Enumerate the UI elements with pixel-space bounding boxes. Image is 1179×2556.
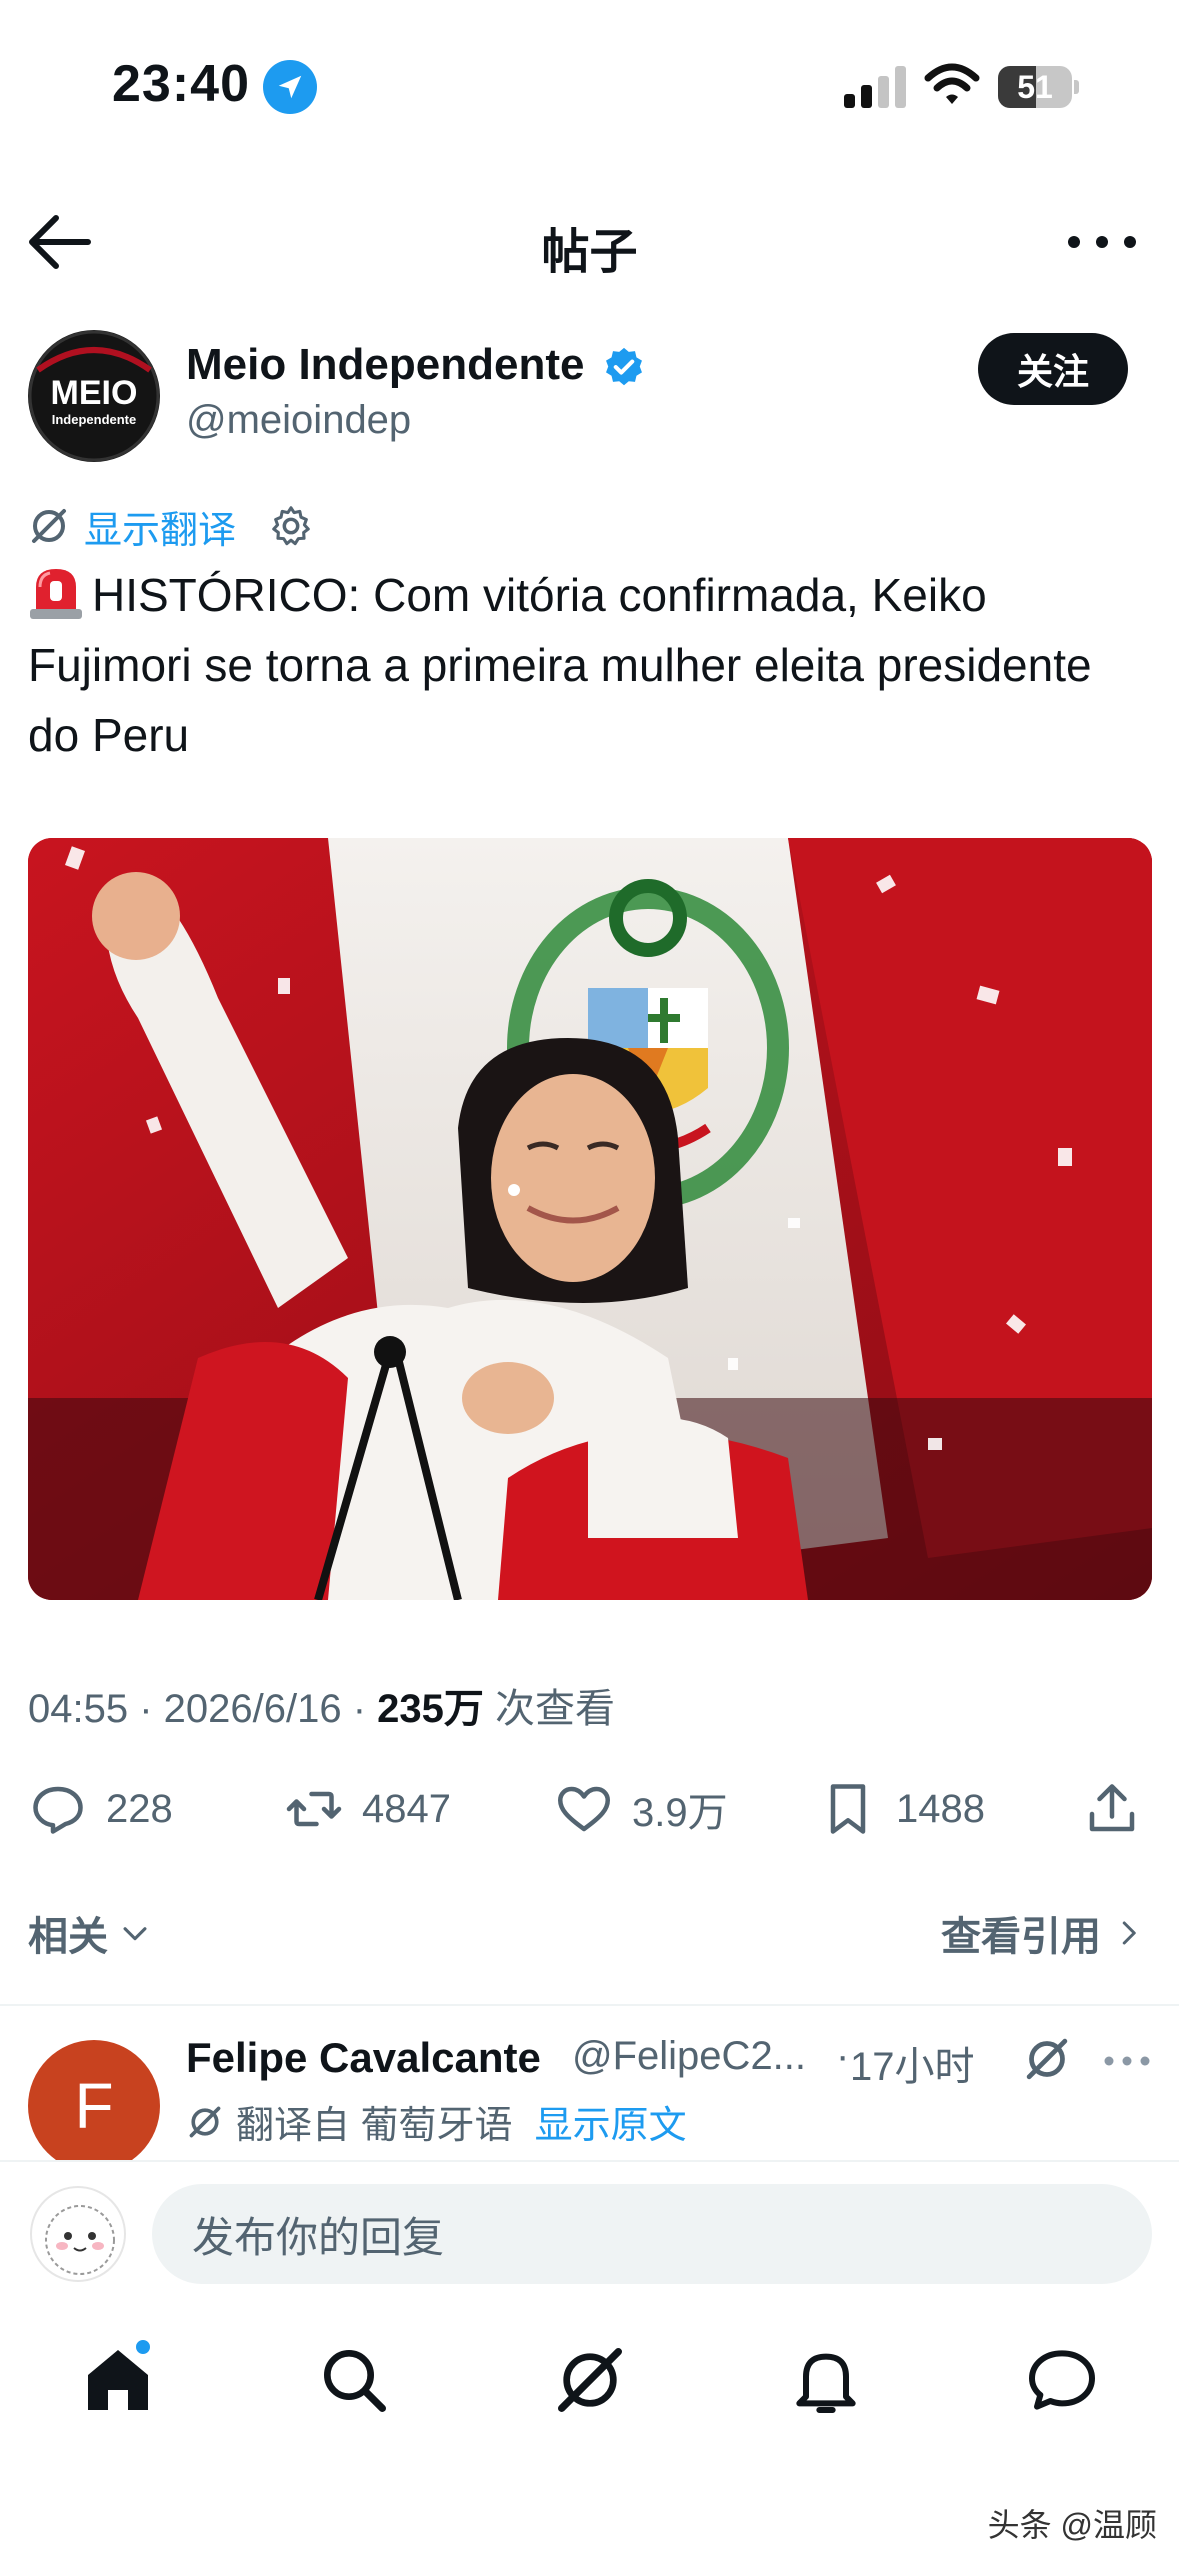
author-name[interactable]: Meio Independente bbox=[186, 340, 584, 390]
location-arrow-icon bbox=[263, 60, 317, 114]
author-handle[interactable]: @meioindep bbox=[186, 398, 411, 443]
tab-messages[interactable] bbox=[1022, 2340, 1102, 2420]
battery-percent: 51 bbox=[1017, 69, 1053, 105]
reply-author-handle[interactable]: @FelipeC2... bbox=[572, 2034, 806, 2079]
gear-icon[interactable] bbox=[268, 503, 314, 549]
avatar-logo-subtext: Independente bbox=[52, 412, 137, 427]
view-quotes-label: 查看引用 bbox=[941, 1915, 1101, 1959]
my-avatar[interactable] bbox=[30, 2186, 126, 2282]
reply-timestamp: 17小时 bbox=[850, 2045, 975, 2089]
reply-separator: · bbox=[836, 2034, 850, 2078]
chevron-down-icon bbox=[123, 1927, 147, 1941]
follow-button[interactable]: 关注 bbox=[978, 333, 1128, 405]
like-icon bbox=[558, 1786, 610, 1832]
reply-button[interactable]: 228 bbox=[28, 1774, 173, 1844]
views-label: 次查看 bbox=[483, 1687, 616, 1731]
share-icon bbox=[1089, 1784, 1135, 1832]
wifi-icon bbox=[924, 63, 980, 104]
verified-badge-icon bbox=[606, 347, 642, 386]
messages-icon bbox=[1029, 2350, 1095, 2410]
chevron-right-icon bbox=[1122, 1921, 1136, 1945]
bookmark-icon bbox=[830, 1784, 866, 1834]
watermark: 头条 @温顾 bbox=[987, 2507, 1157, 2543]
reply-icon bbox=[33, 1786, 83, 1834]
view-quotes-link[interactable]: 查看引用 bbox=[941, 1904, 1143, 1962]
bookmark-count: 1488 bbox=[896, 1786, 985, 1831]
translate-row: 显示翻译 bbox=[28, 500, 314, 552]
back-arrow-icon[interactable] bbox=[26, 212, 96, 272]
page-title: 帖子 bbox=[541, 226, 638, 279]
status-time: 23:40 bbox=[112, 55, 250, 113]
grok-icon bbox=[32, 509, 66, 543]
tab-notifications[interactable] bbox=[786, 2340, 866, 2420]
reply-author-name[interactable]: Felipe Cavalcante bbox=[186, 2034, 541, 2082]
post-body: HISTÓRICO: Com vitória confirmada, Keiko… bbox=[28, 560, 1138, 770]
reply-input[interactable]: 发布你的回复 bbox=[152, 2184, 1152, 2284]
repost-icon bbox=[286, 1791, 342, 1827]
like-button[interactable]: 3.9万 bbox=[554, 1774, 728, 1844]
show-translation-link[interactable]: 显示翻译 bbox=[84, 499, 236, 554]
reply-count: 228 bbox=[106, 1786, 173, 1831]
tab-search[interactable] bbox=[314, 2340, 394, 2420]
battery-icon: 51 bbox=[998, 66, 1079, 108]
more-icon[interactable] bbox=[1062, 222, 1142, 262]
grok-icon[interactable] bbox=[1022, 2034, 1072, 2084]
share-button[interactable] bbox=[1082, 1774, 1142, 1844]
post-meta: 04:55 · 2026/6/16 · 235万 次查看 bbox=[28, 1676, 615, 1734]
show-original-link[interactable]: 显示原文 bbox=[535, 2094, 687, 2149]
search-icon bbox=[324, 2350, 387, 2412]
repost-button[interactable]: 4847 bbox=[284, 1774, 451, 1844]
translated-from-label: 翻译自 葡萄牙语 bbox=[236, 2105, 513, 2147]
reply-avatar[interactable]: F bbox=[28, 2040, 160, 2172]
bookmark-button[interactable]: 1488 bbox=[818, 1774, 985, 1844]
tab-grok[interactable] bbox=[550, 2340, 630, 2420]
views-count: 235万 bbox=[377, 1687, 484, 1731]
post-image[interactable] bbox=[28, 838, 1152, 1600]
post-text: HISTÓRICO: Com vitória confirmada, Keiko… bbox=[28, 569, 1092, 761]
related-dropdown[interactable]: 相关 bbox=[28, 1904, 152, 1962]
avatar-logo-text: MEIO bbox=[51, 374, 138, 412]
signal-icon bbox=[844, 66, 906, 108]
post-timestamp: 04:55 · 2026/6/16 · bbox=[28, 1687, 378, 1731]
grok-tab-icon bbox=[558, 2348, 622, 2412]
author-avatar[interactable]: MEIO Independente bbox=[28, 330, 160, 462]
grok-icon bbox=[189, 2106, 221, 2137]
divider bbox=[0, 2004, 1179, 2006]
action-bar: 228 4847 3.9万 1488 bbox=[0, 1774, 1179, 1844]
reply-translation-row: 翻译自 葡萄牙语 显示原文 bbox=[186, 2094, 687, 2149]
repost-count: 4847 bbox=[362, 1786, 451, 1831]
home-notification-dot bbox=[134, 2338, 152, 2356]
bell-icon bbox=[796, 2353, 856, 2413]
siren-emoji bbox=[30, 569, 82, 619]
like-count: 3.9万 bbox=[632, 1791, 728, 1835]
more-icon[interactable] bbox=[1102, 2054, 1152, 2068]
related-label: 相关 bbox=[28, 1915, 108, 1959]
post-photo-illustration bbox=[28, 838, 1152, 1600]
